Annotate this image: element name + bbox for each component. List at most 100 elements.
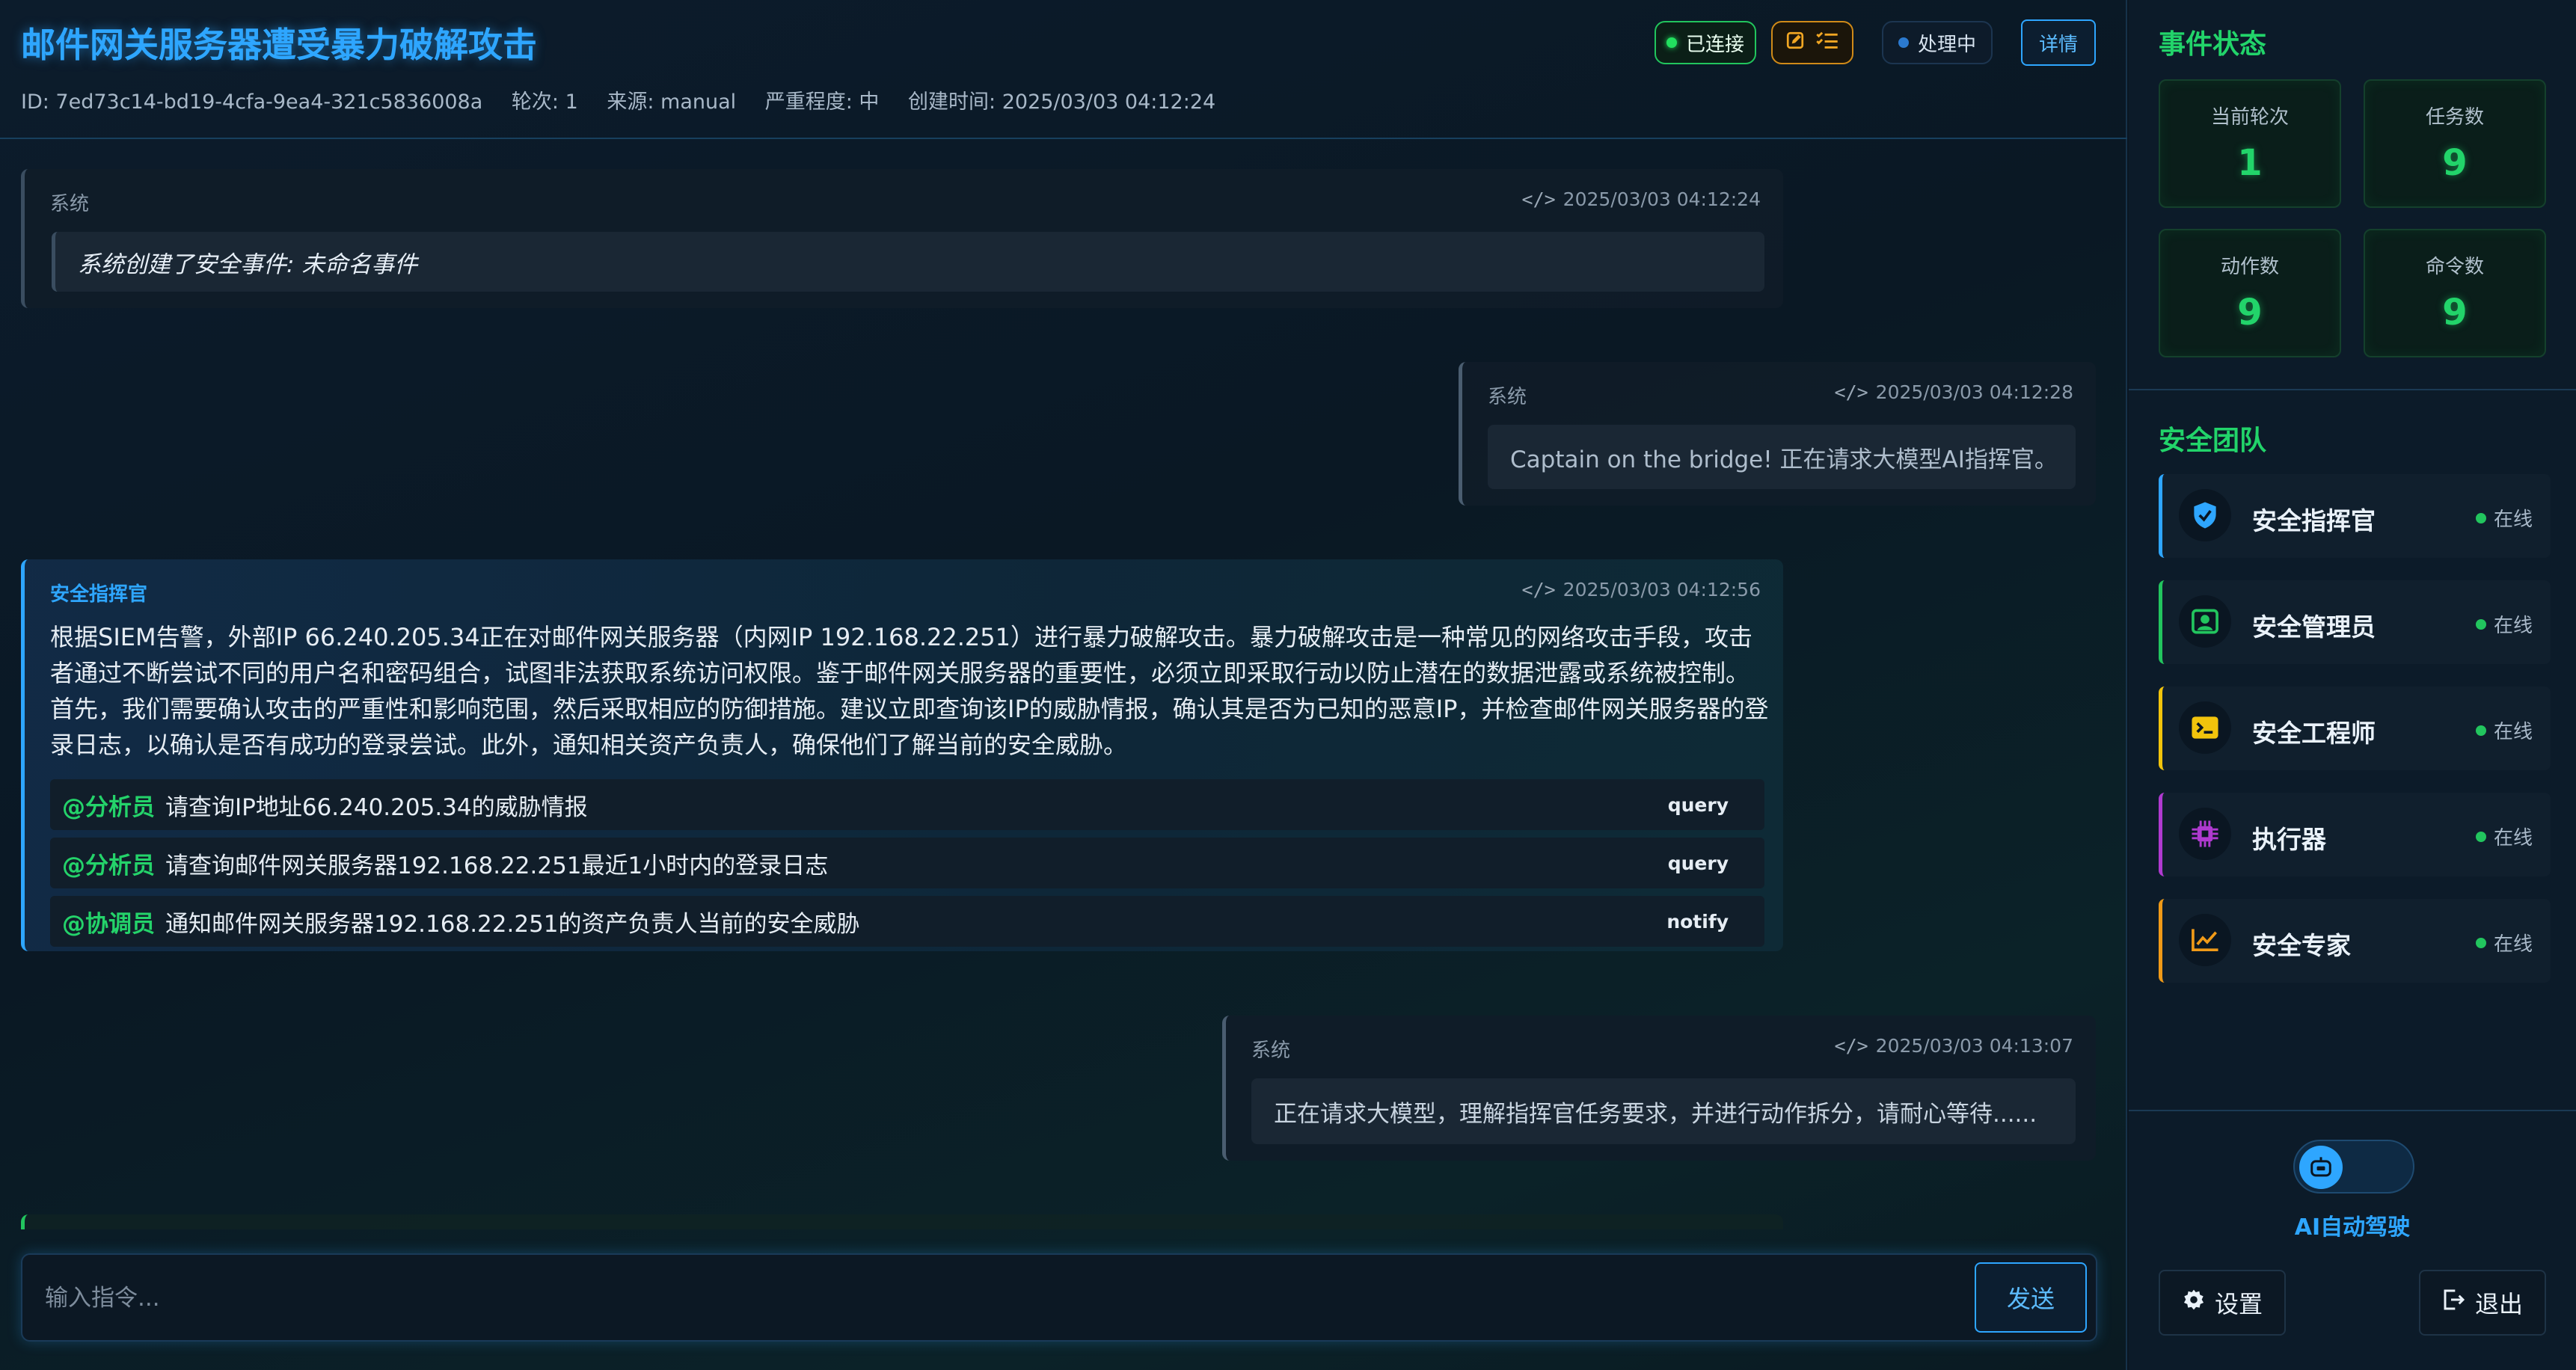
message-body: Captain on the bridge! 正在请求大模型AI指挥官。 [1488,425,2076,489]
chart-line-icon [2179,914,2231,966]
stat-value: 9 [2442,142,2468,184]
message-sender: 系统 [50,193,90,215]
stat-current-round: 当前轮次 1 [2159,79,2341,208]
member-status: 在线 [2475,504,2533,532]
task-item[interactable]: @协调员 通知邮件网关服务器192.168.22.251的资产负责人当前的安全威… [50,896,1764,947]
terminal-icon [2179,701,2231,754]
task-text: 请查询IP地址66.240.205.34的威胁情报 [165,793,588,821]
stat-value: 9 [2237,292,2263,334]
incident-source: 来源: manual [607,90,737,114]
settings-button[interactable]: 设置 [2159,1270,2286,1336]
stat-label: 动作数 [2220,256,2279,278]
robot-icon [2299,1146,2343,1189]
team-member-commander[interactable]: 安全指挥官 在线 [2159,474,2551,558]
online-dot-icon [2475,512,2486,523]
message-sender: 安全指挥官 [50,583,148,606]
connection-status-label: 已连接 [1685,33,1744,56]
stat-value: 1 [2237,142,2263,184]
send-button[interactable]: 发送 [1975,1262,2087,1333]
main-panel: 邮件网关服务器遭受暴力破解攻击 ID: 7ed73c14-bd19-4cfa-9… [0,0,2127,1370]
task-assignee: @分析员 [62,852,155,879]
command-bar: 发送 [0,1231,2127,1370]
connected-dot-icon [1666,37,1677,48]
stat-label: 当前轮次 [2210,106,2289,129]
settings-label: 设置 [2214,1290,2263,1318]
processing-status-label: 处理中 [1917,33,1976,56]
task-toggle-button[interactable] [1771,21,1853,64]
message-time: </> 2025/03/03 04:13:07 [1834,1035,2073,1057]
member-name: 安全专家 [2252,931,2351,960]
chat-message-system: 系统 </> 2025/03/03 04:12:24 系统创建了安全事件: 未命名… [21,169,1783,308]
code-icon[interactable]: </> [1835,381,1868,403]
team-member-engineer[interactable]: 安全工程师 在线 [2159,686,2551,770]
chat-message-partial [21,1214,1783,1229]
processing-dot-icon [1898,37,1909,48]
message-time: </> 2025/03/03 04:12:28 [1834,381,2073,403]
member-name: 安全管理员 [2252,612,2376,642]
details-button[interactable]: 详情 [2021,19,2096,66]
gear-icon [2182,1288,2206,1318]
logout-button[interactable]: 退出 [2419,1270,2546,1336]
team-member-admin[interactable]: 安全管理员 在线 [2159,580,2551,664]
code-icon[interactable]: </> [1522,188,1556,210]
task-text: 请查询邮件网关服务器192.168.22.251最近1小时内的登录日志 [165,852,829,879]
member-name: 执行器 [2252,825,2326,854]
online-dot-icon [2475,725,2486,736]
message-sender: 系统 [1488,386,1527,408]
shield-check-icon [2179,489,2231,541]
code-icon[interactable]: </> [1522,579,1556,600]
logout-label: 退出 [2474,1290,2523,1318]
logout-icon [2442,1288,2466,1317]
stat-command-count: 命令数 9 [2364,229,2546,357]
member-status: 在线 [2475,823,2533,850]
command-input[interactable] [45,1270,1960,1327]
incident-id: ID: 7ed73c14-bd19-4cfa-9ea4-321c5836008a [21,90,483,114]
checklist-icon [1815,30,1839,56]
task-assignee: @分析员 [62,793,155,821]
chat-history[interactable]: 系统 </> 2025/03/03 04:12:24 系统创建了安全事件: 未命名… [0,141,2127,1229]
command-input-container: 发送 [21,1253,2097,1342]
connection-status-badge: 已连接 [1655,21,1756,64]
chat-message-commander: 安全指挥官 </> 2025/03/03 04:12:56 根据SIEM告警，外部… [21,559,1783,951]
edit-square-icon [1785,31,1805,55]
stat-label: 命令数 [2425,256,2484,278]
incident-created-time: 创建时间: 2025/03/03 04:12:24 [908,90,1216,114]
stat-value: 9 [2442,292,2468,334]
incident-header: 邮件网关服务器遭受暴力破解攻击 ID: 7ed73c14-bd19-4cfa-9… [0,0,2127,139]
message-time: </> 2025/03/03 04:12:24 [1521,188,1761,210]
cpu-chip-icon [2179,808,2231,860]
divider [2129,389,2576,390]
message-body: 正在请求大模型，理解指挥官任务要求，并进行动作拆分，请耐心等待...... [1251,1078,2076,1144]
task-item[interactable]: @分析员 请查询IP地址66.240.205.34的威胁情报 query [50,779,1764,830]
chat-message-system: 系统 </> 2025/03/03 04:12:28 Captain on the… [1459,362,2096,506]
divider [2129,1110,2576,1111]
incident-severity: 严重程度: 中 [764,90,880,114]
member-status: 在线 [2475,610,2533,638]
message-body: 系统创建了安全事件: 未命名事件 [52,232,1764,292]
processing-status-badge: 处理中 [1882,21,1993,64]
right-sidebar: 事件状态 当前轮次 1 任务数 9 动作数 9 命令数 9 安全团队 安全指挥官… [2129,0,2576,1370]
member-name: 安全指挥官 [2252,506,2376,535]
task-type-badge: query [1667,852,1729,874]
online-dot-icon [2475,618,2486,630]
online-dot-icon [2475,831,2486,842]
member-status: 在线 [2475,716,2533,744]
task-type-badge: query [1667,793,1729,816]
task-item[interactable]: @分析员 请查询邮件网关服务器192.168.22.251最近1小时内的登录日志… [50,838,1764,888]
incident-meta: ID: 7ed73c14-bd19-4cfa-9ea4-321c5836008a… [21,85,1238,114]
app-window: 邮件网关服务器遭受暴力破解攻击 ID: 7ed73c14-bd19-4cfa-9… [0,0,2576,1370]
code-icon[interactable]: </> [1835,1035,1868,1057]
team-member-expert[interactable]: 安全专家 在线 [2159,899,2551,983]
ai-autopilot-toggle[interactable] [2293,1140,2414,1194]
event-status-title: 事件状态 [2159,29,2267,60]
page-title: 邮件网关服务器遭受暴力破解攻击 [21,25,537,65]
ai-autopilot-label: AI自动驾驶 [2294,1214,2411,1241]
message-body: 根据SIEM告警，外部IP 66.240.205.34正在对邮件网关服务器（内网… [50,623,1769,759]
online-dot-icon [2475,937,2486,948]
team-member-executor[interactable]: 执行器 在线 [2159,793,2551,876]
chat-message-system: 系统 </> 2025/03/03 04:13:07 正在请求大模型，理解指挥官任… [1222,1016,2096,1161]
stat-action-count: 动作数 9 [2159,229,2341,357]
message-sender: 系统 [1251,1039,1291,1062]
task-assignee: @协调员 [62,910,155,938]
message-time: </> 2025/03/03 04:12:56 [1521,579,1761,600]
